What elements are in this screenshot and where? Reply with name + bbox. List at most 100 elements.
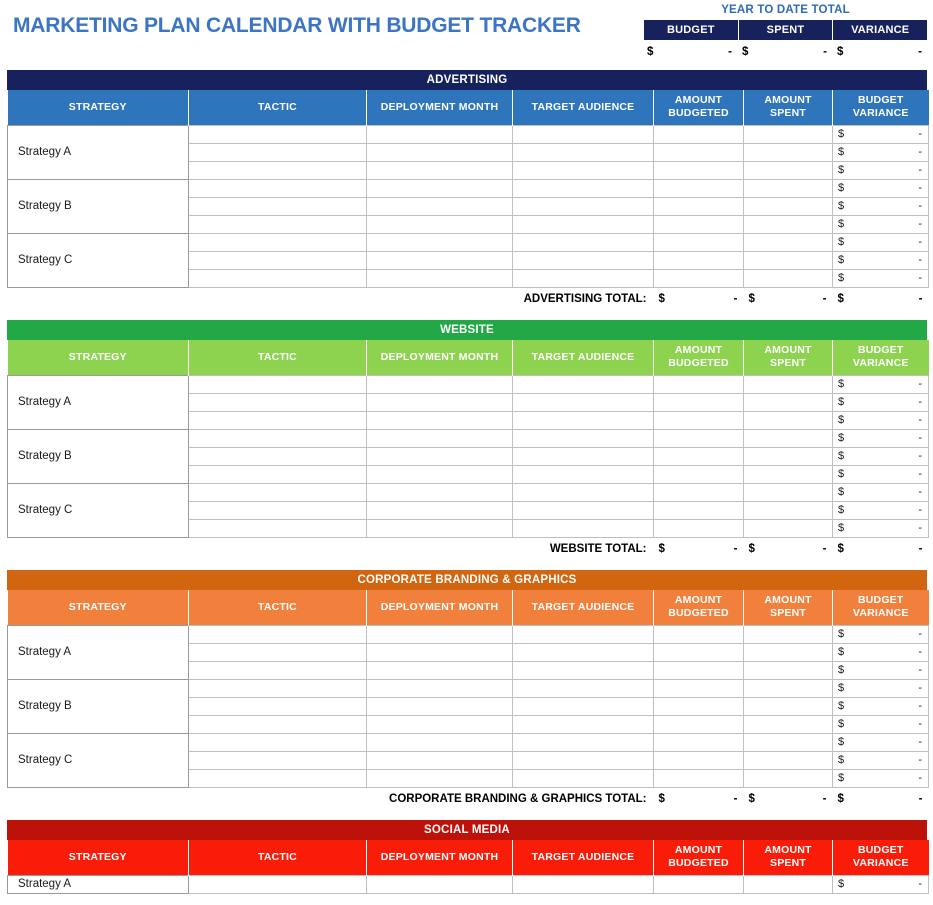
cell-target-audience[interactable] xyxy=(512,696,654,716)
cell-budget-variance[interactable]: $ - xyxy=(832,678,929,698)
cell-target-audience[interactable] xyxy=(512,178,654,198)
cell-deployment-month[interactable] xyxy=(366,732,513,752)
cell-amount-budgeted[interactable] xyxy=(653,392,744,412)
cell-budget-variance[interactable]: $ - xyxy=(832,232,929,252)
cell-deployment-month[interactable] xyxy=(366,874,513,894)
strategy-label-cell[interactable]: Strategy B xyxy=(7,428,189,484)
strategy-label-cell[interactable]: Strategy A xyxy=(7,374,189,430)
cell-budget-variance[interactable]: $ - xyxy=(832,696,929,716)
cell-amount-spent[interactable] xyxy=(743,874,833,894)
cell-target-audience[interactable] xyxy=(512,642,654,662)
cell-budget-variance[interactable]: $ - xyxy=(832,446,929,466)
cell-target-audience[interactable] xyxy=(512,464,654,484)
cell-budget-variance[interactable]: $ - xyxy=(832,142,929,162)
cell-amount-budgeted[interactable] xyxy=(653,374,744,394)
cell-target-audience[interactable] xyxy=(512,196,654,216)
strategy-label-cell[interactable]: Strategy B xyxy=(7,678,189,734)
cell-deployment-month[interactable] xyxy=(366,446,513,466)
cell-tactic[interactable] xyxy=(188,500,367,520)
cell-amount-spent[interactable] xyxy=(743,428,833,448)
cell-deployment-month[interactable] xyxy=(366,696,513,716)
cell-amount-budgeted[interactable] xyxy=(653,750,744,770)
cell-budget-variance[interactable]: $ - xyxy=(832,518,929,538)
cell-tactic[interactable] xyxy=(188,374,367,394)
cell-amount-spent[interactable] xyxy=(743,642,833,662)
cell-tactic[interactable] xyxy=(188,874,367,894)
cell-budget-variance[interactable]: $ - xyxy=(832,214,929,234)
cell-amount-budgeted[interactable] xyxy=(653,768,744,788)
cell-budget-variance[interactable]: $ - xyxy=(832,374,929,394)
cell-target-audience[interactable] xyxy=(512,268,654,288)
cell-budget-variance[interactable]: $ - xyxy=(832,500,929,520)
cell-tactic[interactable] xyxy=(188,178,367,198)
cell-tactic[interactable] xyxy=(188,410,367,430)
cell-target-audience[interactable] xyxy=(512,500,654,520)
cell-deployment-month[interactable] xyxy=(366,624,513,644)
cell-deployment-month[interactable] xyxy=(366,268,513,288)
cell-amount-budgeted[interactable] xyxy=(653,160,744,180)
cell-target-audience[interactable] xyxy=(512,624,654,644)
cell-amount-spent[interactable] xyxy=(743,410,833,430)
cell-tactic[interactable] xyxy=(188,142,367,162)
cell-budget-variance[interactable]: $ - xyxy=(832,124,929,144)
cell-amount-spent[interactable] xyxy=(743,678,833,698)
cell-tactic[interactable] xyxy=(188,768,367,788)
cell-target-audience[interactable] xyxy=(512,714,654,734)
cell-tactic[interactable] xyxy=(188,268,367,288)
cell-budget-variance[interactable]: $ - xyxy=(832,714,929,734)
cell-amount-spent[interactable] xyxy=(743,714,833,734)
cell-budget-variance[interactable]: $ - xyxy=(832,750,929,770)
cell-budget-variance[interactable]: $ - xyxy=(832,250,929,270)
cell-deployment-month[interactable] xyxy=(366,178,513,198)
cell-amount-budgeted[interactable] xyxy=(653,178,744,198)
cell-amount-spent[interactable] xyxy=(743,500,833,520)
cell-target-audience[interactable] xyxy=(512,410,654,430)
cell-deployment-month[interactable] xyxy=(366,678,513,698)
cell-amount-budgeted[interactable] xyxy=(653,874,744,894)
cell-target-audience[interactable] xyxy=(512,374,654,394)
cell-budget-variance[interactable]: $ - xyxy=(832,196,929,216)
cell-amount-spent[interactable] xyxy=(743,696,833,716)
cell-deployment-month[interactable] xyxy=(366,124,513,144)
cell-budget-variance[interactable]: $ - xyxy=(832,642,929,662)
cell-amount-spent[interactable] xyxy=(743,124,833,144)
cell-tactic[interactable] xyxy=(188,518,367,538)
strategy-label-cell[interactable]: Strategy C xyxy=(7,232,189,288)
cell-target-audience[interactable] xyxy=(512,232,654,252)
strategy-label-cell[interactable]: Strategy A xyxy=(7,124,189,180)
cell-target-audience[interactable] xyxy=(512,874,654,894)
cell-tactic[interactable] xyxy=(188,714,367,734)
cell-amount-spent[interactable] xyxy=(743,214,833,234)
cell-budget-variance[interactable]: $ - xyxy=(832,624,929,644)
cell-deployment-month[interactable] xyxy=(366,482,513,502)
strategy-label-cell[interactable]: Strategy C xyxy=(7,482,189,538)
cell-amount-budgeted[interactable] xyxy=(653,124,744,144)
cell-amount-budgeted[interactable] xyxy=(653,268,744,288)
cell-deployment-month[interactable] xyxy=(366,250,513,270)
cell-deployment-month[interactable] xyxy=(366,428,513,448)
cell-tactic[interactable] xyxy=(188,124,367,144)
cell-target-audience[interactable] xyxy=(512,142,654,162)
cell-deployment-month[interactable] xyxy=(366,768,513,788)
cell-amount-budgeted[interactable] xyxy=(653,214,744,234)
cell-amount-spent[interactable] xyxy=(743,660,833,680)
cell-tactic[interactable] xyxy=(188,732,367,752)
cell-deployment-month[interactable] xyxy=(366,500,513,520)
cell-amount-budgeted[interactable] xyxy=(653,428,744,448)
cell-tactic[interactable] xyxy=(188,392,367,412)
cell-tactic[interactable] xyxy=(188,214,367,234)
cell-budget-variance[interactable]: $ - xyxy=(832,410,929,430)
cell-amount-spent[interactable] xyxy=(743,268,833,288)
cell-tactic[interactable] xyxy=(188,678,367,698)
cell-target-audience[interactable] xyxy=(512,732,654,752)
cell-target-audience[interactable] xyxy=(512,446,654,466)
cell-tactic[interactable] xyxy=(188,428,367,448)
cell-amount-spent[interactable] xyxy=(743,232,833,252)
cell-amount-spent[interactable] xyxy=(743,374,833,394)
cell-amount-spent[interactable] xyxy=(743,464,833,484)
cell-target-audience[interactable] xyxy=(512,660,654,680)
cell-amount-budgeted[interactable] xyxy=(653,464,744,484)
cell-amount-budgeted[interactable] xyxy=(653,500,744,520)
cell-amount-budgeted[interactable] xyxy=(653,696,744,716)
cell-budget-variance[interactable]: $ - xyxy=(832,428,929,448)
